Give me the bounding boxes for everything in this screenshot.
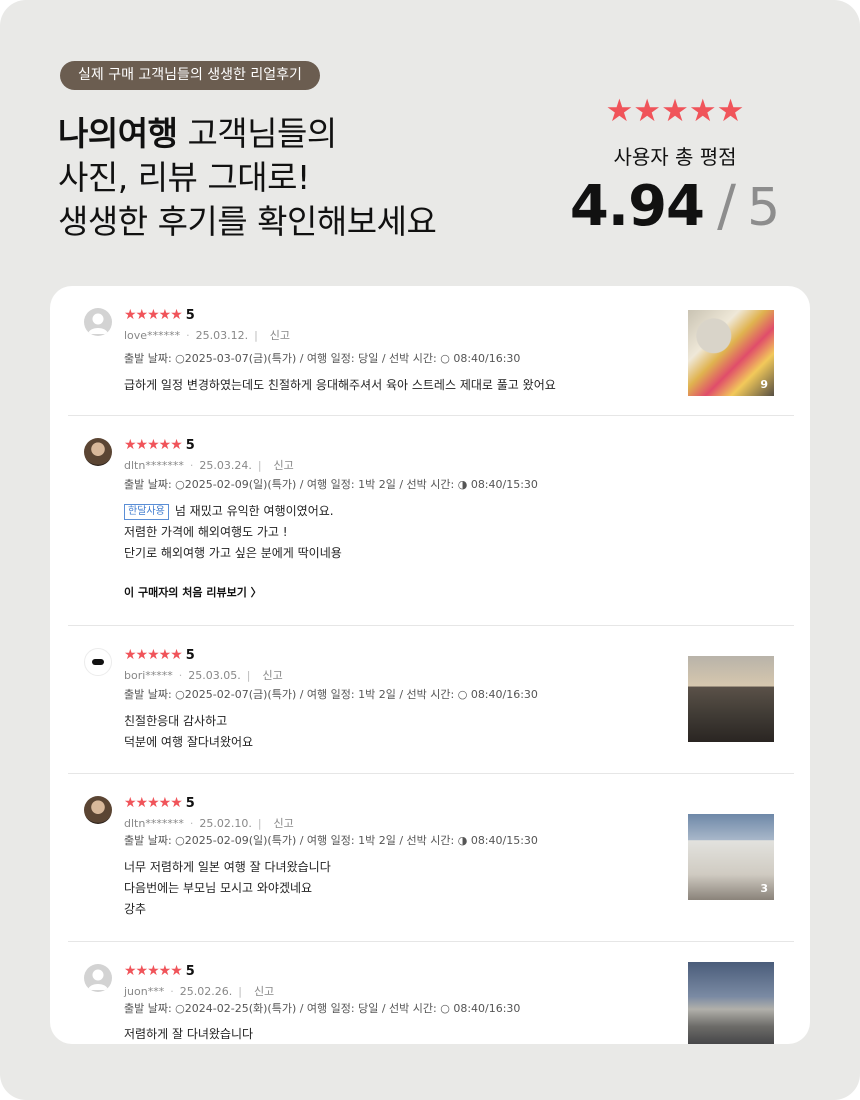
review-userline: bori***** · 25.03.05. | 신고 <box>124 669 283 682</box>
review-item: ★★★★★ 5 dltn******* · 25.03.24. | 신고 출발 날짜: ○… <box>68 416 794 626</box>
review-stars: ★★★★★ <box>124 795 183 811</box>
review-rating: ★★★★★ 5 <box>124 306 290 325</box>
review-body: 친절한응대 감사하고 덕분에 여행 잘다녀왔어요 <box>124 711 253 753</box>
headline-line-1: 나의여행 고객님들의 <box>58 112 528 156</box>
headline: 나의여행 고객님들의 사진, 리뷰 그대로! 생생한 후기를 확인해보세요 <box>58 112 528 244</box>
review-score: 5 <box>185 796 195 811</box>
rating-score-value: 4.94 <box>569 174 705 239</box>
review-text-line: 저렴한 가격에 해외여행도 가고 ! <box>124 525 288 539</box>
review-photo[interactable] <box>688 962 774 1044</box>
review-text-line: 강추 <box>124 902 147 916</box>
photo-count: 9 <box>760 378 768 391</box>
review-stars: ★★★★★ <box>124 437 183 453</box>
review-photo[interactable]: 9 <box>688 310 774 396</box>
review-rating: ★★★★★ 5 <box>124 962 274 981</box>
usage-tag: 한달사용 <box>124 504 169 520</box>
reviewer-id: dltn******* <box>124 817 184 830</box>
review-text-line: 덕분에 여행 잘다녀왔어요 <box>124 735 254 749</box>
review-score: 5 <box>185 438 195 453</box>
real-review-badge: 실제 구매 고객님들의 생생한 리얼후기 <box>60 61 320 90</box>
rating-score-separator: / <box>717 174 736 239</box>
review-item: ★★★★★ 5 love****** · 25.03.12. | 신고 출발 날짜: ○2… <box>68 286 794 416</box>
review-meta: ★★★★★ 5 love****** · 25.03.12. | 신고 <box>124 306 290 343</box>
review-score: 5 <box>185 308 195 323</box>
review-option: 출발 날짜: ○2025-03-07(금)(특가) / 여행 일정: 당일 / … <box>124 352 521 365</box>
review-text-line: 한달사용 넘 재밌고 유익한 여행이였어요. <box>124 501 342 522</box>
review-text-line: 너무 저렴하게 일본 여행 잘 다녀왔습니다 <box>124 860 331 874</box>
reviewer-id: love****** <box>124 329 181 342</box>
review-text-line: 친절한응대 감사하고 <box>124 714 228 728</box>
first-review-link[interactable]: 이 구매자의 처음 리뷰보기 〉 <box>124 584 262 600</box>
review-date: 25.03.05. <box>188 669 241 682</box>
default-avatar-icon <box>84 308 112 336</box>
review-meta: ★★★★★ 5 juon*** · 25.02.26. | 신고 <box>124 962 274 999</box>
brand-name: 나의여행 <box>58 114 178 153</box>
photo-count: 3 <box>760 882 768 895</box>
review-date: 25.02.26. <box>179 985 233 998</box>
review-item: ★★★★★ 5 dltn******* · 25.02.10. | 신고 출발 날짜: ○… <box>68 774 794 942</box>
review-body: 저렴하게 잘 다녀왔습니다 <box>124 1024 253 1044</box>
reviewer-id: dltn******* <box>124 459 184 472</box>
review-body: 한달사용 넘 재밌고 유익한 여행이였어요. 저렴한 가격에 해외여행도 가고 !… <box>124 501 342 564</box>
review-option: 출발 날짜: ○2025-02-07(금)(특가) / 여행 일정: 1박 2일… <box>124 688 538 701</box>
report-link[interactable]: 신고 <box>274 817 294 830</box>
review-text-line: 급하게 일정 변경하였는데도 친절하게 응대해주셔서 육아 스트레스 제대로 풀… <box>124 378 556 392</box>
review-date: 25.02.10. <box>199 817 252 830</box>
review-stars: ★★★★★ <box>124 963 183 979</box>
review-text-line: 다음번에는 부모님 모시고 와야겠네요 <box>124 881 313 895</box>
user-avatar <box>84 796 112 824</box>
review-stars: ★★★★★ <box>124 647 183 663</box>
report-link[interactable]: 신고 <box>263 669 283 682</box>
review-photo[interactable]: 3 <box>688 814 774 900</box>
review-item: ★★★★★ 5 bori***** · 25.03.05. | 신고 출발 날짜: ○20… <box>68 626 794 774</box>
review-body: 급하게 일정 변경하였는데도 친절하게 응대해주셔서 육아 스트레스 제대로 풀… <box>124 375 556 396</box>
headline-line-3: 생생한 후기를 확인해보세요 <box>58 202 437 241</box>
review-option: 출발 날짜: ○2025-02-09(일)(특가) / 여행 일정: 1박 2일… <box>124 478 538 491</box>
headline-line-1-rest: 고객님들의 <box>177 114 337 153</box>
review-meta: ★★★★★ 5 dltn******* · 25.03.24. | 신고 <box>124 436 294 473</box>
user-avatar <box>84 438 112 466</box>
rating-stars: ★★★★★ <box>605 93 745 129</box>
review-body: 너무 저렴하게 일본 여행 잘 다녀왔습니다 다음번에는 부모님 모시고 와야겠… <box>124 857 331 920</box>
review-score: 5 <box>185 648 195 663</box>
review-stars: ★★★★★ <box>124 307 183 323</box>
rating-label: 사용자 총 평점 <box>613 145 737 169</box>
reviewer-id: bori***** <box>124 669 173 682</box>
review-rating: ★★★★★ 5 <box>124 436 294 455</box>
review-userline: dltn******* · 25.02.10. | 신고 <box>124 817 294 830</box>
review-userline: juon*** · 25.02.26. | 신고 <box>124 985 275 998</box>
report-link[interactable]: 신고 <box>270 329 290 342</box>
review-option: 출발 날짜: ○2024-02-25(화)(특가) / 여행 일정: 당일 / … <box>124 1002 521 1015</box>
review-rating: ★★★★★ 5 <box>124 646 283 665</box>
review-banner: 실제 구매 고객님들의 생생한 리얼후기 나의여행 고객님들의 사진, 리뷰 그… <box>0 0 860 1100</box>
rating-score-max: 5 <box>747 178 781 238</box>
review-item: ★★★★★ 5 juon*** · 25.02.26. | 신고 출발 날짜: ○2024… <box>68 942 794 1044</box>
review-text-line: 저렴하게 잘 다녀왔습니다 <box>124 1027 254 1041</box>
review-photo[interactable] <box>688 656 774 742</box>
reviewer-id: juon*** <box>124 985 165 998</box>
review-date: 25.03.12. <box>195 329 249 342</box>
review-text-line: 단기로 해외여행 가고 싶은 분에게 딱이네용 <box>124 546 342 560</box>
review-userline: love****** · 25.03.12. | 신고 <box>124 329 291 342</box>
review-date: 25.03.24. <box>199 459 252 472</box>
review-option: 출발 날짜: ○2025-02-09(일)(특가) / 여행 일정: 1박 2일… <box>124 834 538 847</box>
review-userline: dltn******* · 25.03.24. | 신고 <box>124 459 294 472</box>
overall-rating: ★★★★★ 사용자 총 평점 4.94 / 5 <box>560 94 790 255</box>
review-rating: ★★★★★ 5 <box>124 794 294 813</box>
rating-score: 4.94 / 5 <box>560 172 790 255</box>
report-link[interactable]: 신고 <box>274 459 294 472</box>
headline-line-2: 사진, 리뷰 그대로! <box>58 158 310 197</box>
user-avatar <box>84 648 112 676</box>
report-link[interactable]: 신고 <box>254 985 274 998</box>
default-avatar-icon <box>84 964 112 992</box>
review-list: ★★★★★ 5 love****** · 25.03.12. | 신고 출발 날짜: ○2… <box>50 286 810 1044</box>
review-meta: ★★★★★ 5 bori***** · 25.03.05. | 신고 <box>124 646 283 683</box>
review-score: 5 <box>185 964 195 979</box>
review-meta: ★★★★★ 5 dltn******* · 25.02.10. | 신고 <box>124 794 294 831</box>
